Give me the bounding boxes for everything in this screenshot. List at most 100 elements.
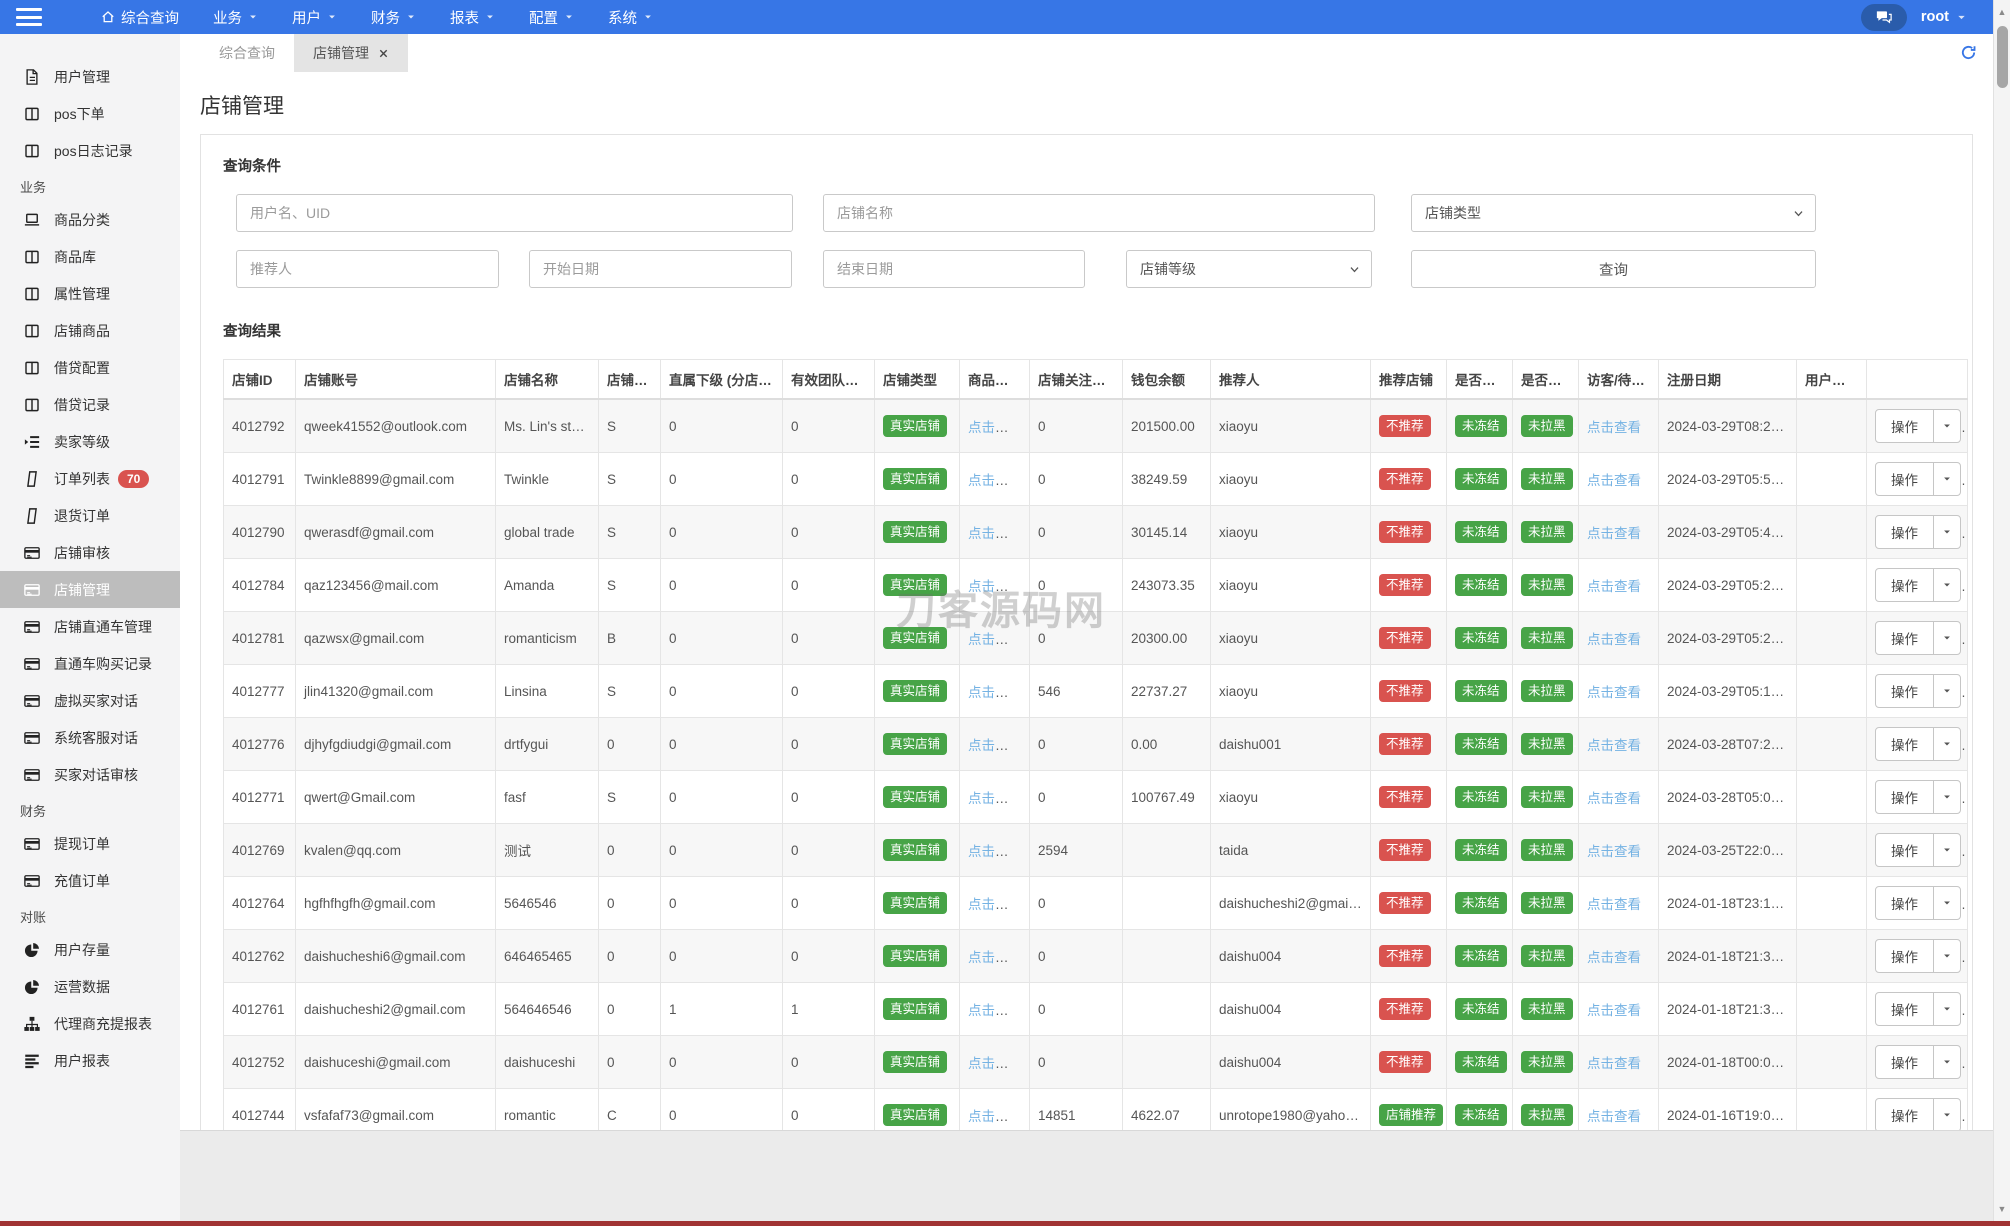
goods-view-link[interactable]: 点击查看 (968, 579, 1022, 594)
sidebar-item-26[interactable]: 运营数据 (0, 968, 180, 1005)
visitors-view-link[interactable]: 点击查看 (1587, 420, 1641, 435)
goods-view-link[interactable]: 点击查看 (968, 473, 1022, 488)
sidebar-item-17[interactable]: 直通车购买记录 (0, 645, 180, 682)
action-button[interactable]: 操作 (1876, 1099, 1933, 1131)
action-caret-button[interactable] (1933, 463, 1960, 495)
action-caret-button[interactable] (1933, 781, 1960, 813)
nav-item-5[interactable]: 报表 (433, 0, 512, 34)
sidebar-item-25[interactable]: 用户存量 (0, 931, 180, 968)
sidebar-item-7[interactable]: 属性管理 (0, 275, 180, 312)
sidebar-item-6[interactable]: 商品库 (0, 238, 180, 275)
action-button[interactable]: 操作 (1876, 940, 1933, 972)
messages-button[interactable] (1860, 3, 1907, 31)
sidebar-item-3[interactable]: pos日志记录 (0, 132, 180, 169)
shop-type-select[interactable]: 店铺类型 (1411, 194, 1816, 232)
shop-level-select[interactable]: 店铺等级 (1126, 250, 1372, 288)
sidebar-item-5[interactable]: 商品分类 (0, 201, 180, 238)
visitors-view-link[interactable]: 点击查看 (1587, 473, 1641, 488)
action-caret-button[interactable] (1933, 410, 1960, 442)
end-date-input[interactable] (823, 250, 1085, 288)
action-caret-button[interactable] (1933, 1099, 1960, 1131)
action-button[interactable]: 操作 (1876, 622, 1933, 654)
visitors-view-link[interactable]: 点击查看 (1587, 685, 1641, 700)
action-button[interactable]: 操作 (1876, 1046, 1933, 1078)
goods-view-link[interactable]: 点击查看 (968, 420, 1022, 435)
sidebar-item-22[interactable]: 提现订单 (0, 825, 180, 862)
sidebar-item-23[interactable]: 充值订单 (0, 862, 180, 899)
refresh-icon[interactable] (1960, 44, 1977, 61)
action-caret-button[interactable] (1933, 940, 1960, 972)
sidebar-item-12[interactable]: 订单列表 70 (0, 460, 180, 497)
sidebar-item-19[interactable]: 系统客服对话 (0, 719, 180, 756)
action-button[interactable]: 操作 (1876, 675, 1933, 707)
action-split-button[interactable]: 操作 (1875, 939, 1961, 973)
action-split-button[interactable]: 操作 (1875, 992, 1961, 1026)
action-split-button[interactable]: 操作 (1875, 568, 1961, 602)
action-caret-button[interactable] (1933, 834, 1960, 866)
goods-view-link[interactable]: 点击查看 (968, 738, 1022, 753)
tab-2[interactable]: 店铺管理 (294, 34, 408, 72)
goods-view-link[interactable]: 点击查看 (968, 685, 1022, 700)
action-caret-button[interactable] (1933, 993, 1960, 1025)
action-split-button[interactable]: 操作 (1875, 780, 1961, 814)
action-button[interactable]: 操作 (1876, 463, 1933, 495)
action-caret-button[interactable] (1933, 887, 1960, 919)
goods-view-link[interactable]: 点击查看 (968, 526, 1022, 541)
goods-view-link[interactable]: 点击查看 (968, 897, 1022, 912)
goods-view-link[interactable]: 点击查看 (968, 632, 1022, 647)
visitors-view-link[interactable]: 点击查看 (1587, 791, 1641, 806)
vertical-scrollbar[interactable]: ▲ ▼ (1993, 0, 2010, 1221)
sidebar-item-10[interactable]: 借贷记录 (0, 386, 180, 423)
sidebar-item-27[interactable]: 代理商充提报表 (0, 1005, 180, 1042)
visitors-view-link[interactable]: 点击查看 (1587, 1056, 1641, 1071)
start-date-input[interactable] (529, 250, 792, 288)
nav-item-6[interactable]: 配置 (512, 0, 591, 34)
visitors-view-link[interactable]: 点击查看 (1587, 950, 1641, 965)
sidebar-item-9[interactable]: 借贷配置 (0, 349, 180, 386)
action-split-button[interactable]: 操作 (1875, 833, 1961, 867)
action-split-button[interactable]: 操作 (1875, 515, 1961, 549)
visitors-view-link[interactable]: 点击查看 (1587, 897, 1641, 912)
goods-view-link[interactable]: 点击查看 (968, 1003, 1022, 1018)
action-split-button[interactable]: 操作 (1875, 886, 1961, 920)
action-button[interactable]: 操作 (1876, 993, 1933, 1025)
sidebar-item-1[interactable]: 用户管理 (0, 58, 180, 95)
scrollbar-thumb[interactable] (1997, 26, 2008, 88)
action-caret-button[interactable] (1933, 622, 1960, 654)
goods-view-link[interactable]: 点击查看 (968, 1056, 1022, 1071)
visitors-view-link[interactable]: 点击查看 (1587, 1109, 1641, 1124)
sidebar-item-15[interactable]: 店铺管理 (0, 571, 180, 608)
sidebar-item-13[interactable]: 退货订单 (0, 497, 180, 534)
action-split-button[interactable]: 操作 (1875, 1045, 1961, 1079)
sidebar-item-2[interactable]: pos下单 (0, 95, 180, 132)
nav-item-1[interactable]: 综合查询 (84, 0, 196, 34)
action-button[interactable]: 操作 (1876, 728, 1933, 760)
action-split-button[interactable]: 操作 (1875, 674, 1961, 708)
action-split-button[interactable]: 操作 (1875, 409, 1961, 443)
action-caret-button[interactable] (1933, 516, 1960, 548)
action-button[interactable]: 操作 (1876, 887, 1933, 919)
visitors-view-link[interactable]: 点击查看 (1587, 844, 1641, 859)
goods-view-link[interactable]: 点击查看 (968, 1109, 1022, 1124)
scrollbar-down-arrow-icon[interactable]: ▼ (1994, 1201, 2010, 1217)
sidebar-item-28[interactable]: 用户报表 (0, 1042, 180, 1079)
user-menu[interactable]: root (1921, 9, 1967, 25)
goods-view-link[interactable]: 点击查看 (968, 791, 1022, 806)
hamburger-menu-icon[interactable] (16, 8, 42, 26)
sidebar-item-20[interactable]: 买家对话审核 (0, 756, 180, 793)
action-button[interactable]: 操作 (1876, 834, 1933, 866)
scrollbar-up-arrow-icon[interactable]: ▲ (1994, 4, 2010, 20)
goods-view-link[interactable]: 点击查看 (968, 844, 1022, 859)
action-button[interactable]: 操作 (1876, 516, 1933, 548)
action-button[interactable]: 操作 (1876, 410, 1933, 442)
sidebar-item-14[interactable]: 店铺审核 (0, 534, 180, 571)
nav-item-3[interactable]: 用户 (275, 0, 354, 34)
action-split-button[interactable]: 操作 (1875, 621, 1961, 655)
visitors-view-link[interactable]: 点击查看 (1587, 579, 1641, 594)
tab-close-icon[interactable] (378, 48, 389, 59)
nav-item-2[interactable]: 业务 (196, 0, 275, 34)
action-split-button[interactable]: 操作 (1875, 1098, 1961, 1132)
action-split-button[interactable]: 操作 (1875, 727, 1961, 761)
action-caret-button[interactable] (1933, 569, 1960, 601)
search-button[interactable]: 查询 (1411, 250, 1816, 288)
